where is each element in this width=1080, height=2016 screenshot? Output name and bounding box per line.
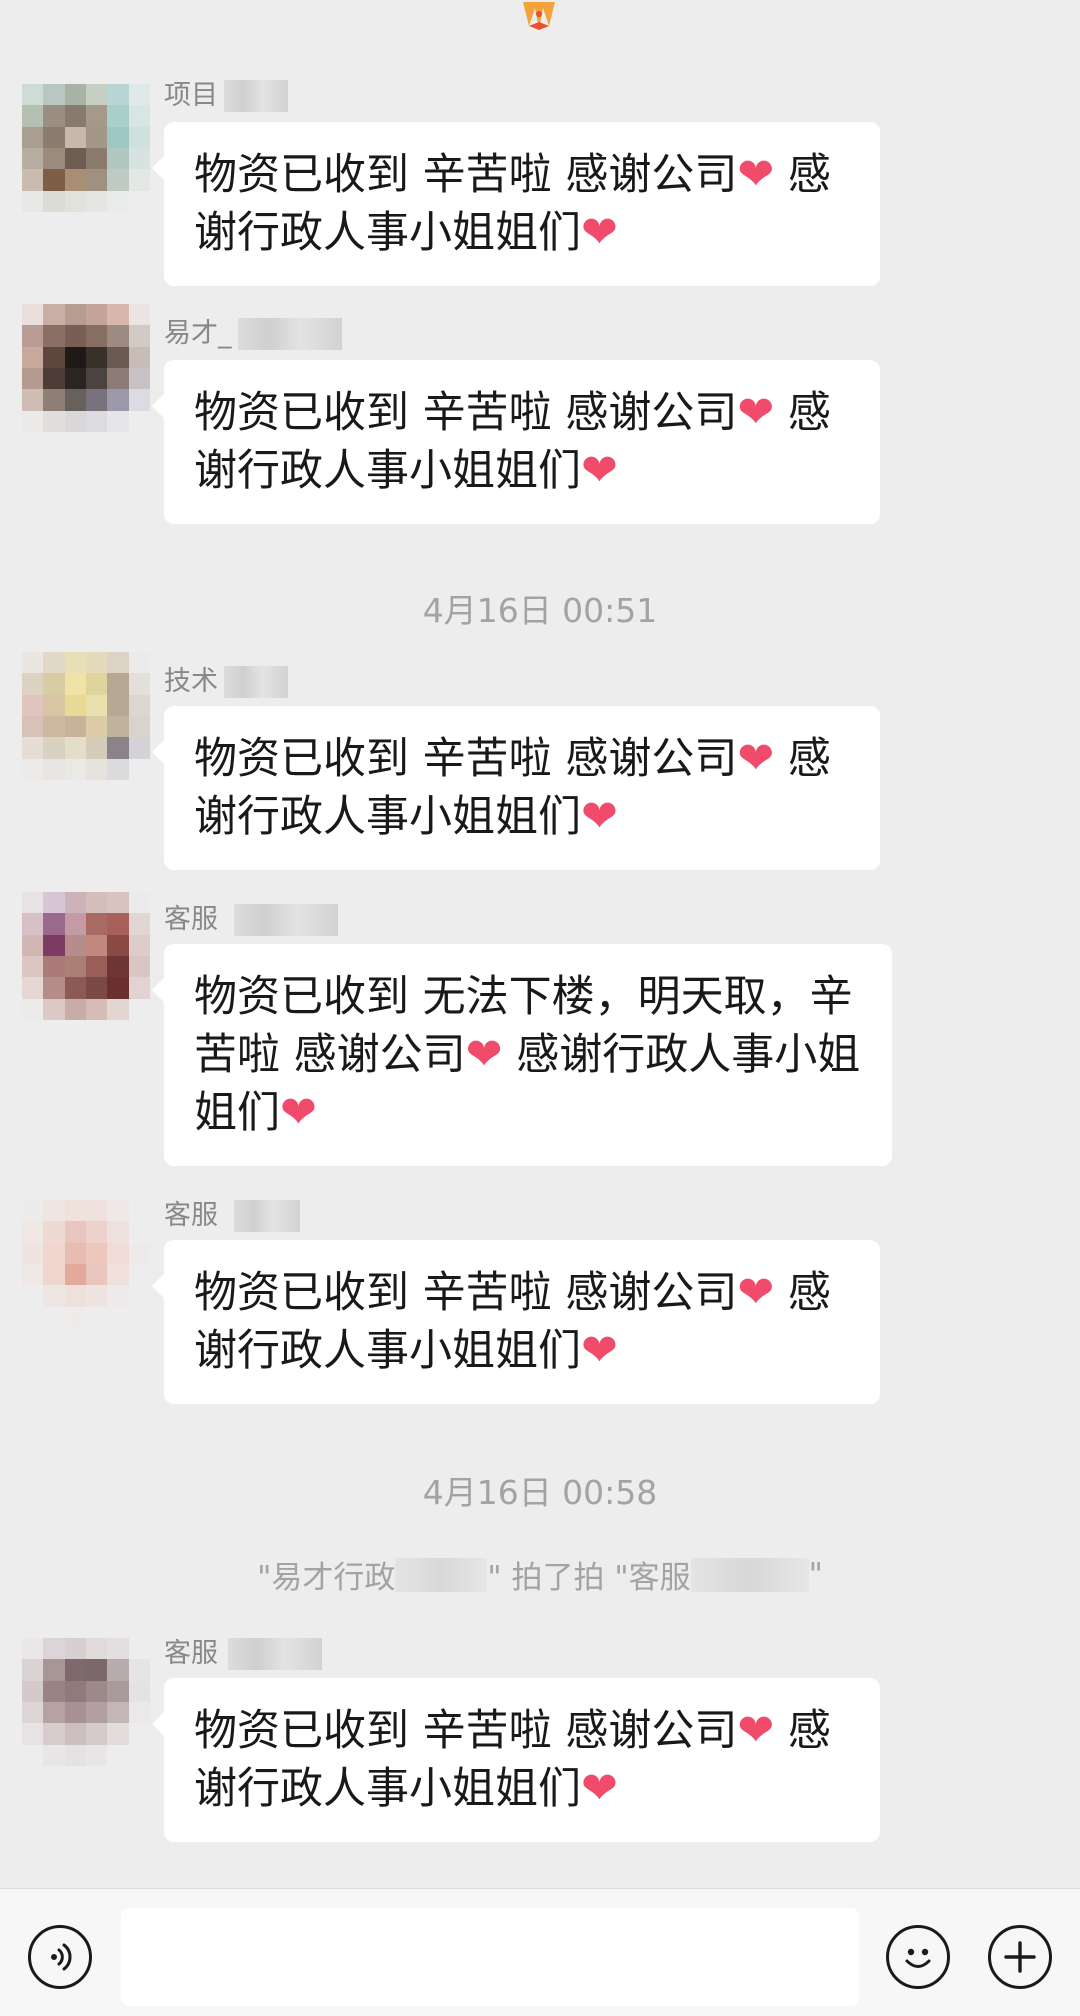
timestamp: 4月16日 00:58 [422, 1473, 658, 1512]
heart-emoji: ❤ [280, 1087, 317, 1138]
avatar[interactable] [22, 892, 150, 1020]
message-text: 物资已收到 辛苦啦 感谢公司❤ 感谢行政人事小姐姐们❤ [194, 149, 831, 258]
sender-name: 客服 [164, 1634, 322, 1674]
voice-icon [51, 1943, 72, 1971]
redacted-name [237, 318, 342, 350]
heart-emoji: ❤ [581, 1763, 618, 1814]
message-bubble[interactable]: 物资已收到 辛苦啦 感谢公司❤ 感谢行政人事小姐姐们❤ [152, 706, 880, 870]
pat-notice: "易才行政 " 拍了拍 "客服 " [257, 1556, 823, 1597]
plus-button[interactable] [988, 1925, 1052, 1989]
message-input[interactable] [121, 1908, 859, 2006]
heart-emoji: ❤ [737, 733, 775, 784]
heart-emoji: ❤ [581, 791, 618, 842]
redacted-name [234, 904, 338, 936]
message-bubble[interactable]: 物资已收到 辛苦啦 感谢公司❤ 感谢行政人事小姐姐们❤ [152, 360, 880, 524]
chat-area[interactable]: 项目 物资已收到 辛苦啦 感谢公司❤ 感谢行政人事小姐姐们❤ 易才_ 物资已收到… [0, 0, 1080, 1888]
timestamp: 4月16日 00:51 [422, 591, 658, 630]
message-bubble[interactable]: 物资已收到 无法下楼，明天取，辛苦啦 感谢公司❤ 感谢行政人事小姐姐们❤ [152, 944, 892, 1166]
redacted-name [224, 666, 288, 698]
emoji-icon [905, 1948, 931, 1968]
redacted-name [234, 1200, 300, 1232]
redacted-name [395, 1557, 488, 1592]
heart-emoji: ❤ [737, 1705, 775, 1756]
heart-emoji: ❤ [581, 445, 618, 496]
message-text: 物资已收到 辛苦啦 感谢公司❤ 感谢行政人事小姐姐们❤ [194, 1705, 831, 1814]
redacted-name [690, 1557, 809, 1592]
redacted-name [224, 80, 288, 112]
heart-emoji: ❤ [581, 207, 618, 258]
avatar[interactable] [22, 1200, 150, 1328]
avatar[interactable] [22, 304, 150, 432]
sender-name: 项目 [164, 76, 288, 116]
heart-emoji: ❤ [737, 1267, 775, 1318]
redacted-name [228, 1638, 322, 1670]
message-bubble[interactable]: 物资已收到 辛苦啦 感谢公司❤ 感谢行政人事小姐姐们❤ [152, 1678, 880, 1842]
heart-emoji: ❤ [737, 387, 775, 438]
firework-icon [523, 2, 555, 30]
sender-name: 技术 [164, 662, 288, 702]
sender-name: 客服 [164, 900, 338, 940]
avatar[interactable] [22, 652, 150, 780]
message-text: 物资已收到 辛苦啦 感谢公司❤ 感谢行政人事小姐姐们❤ [194, 387, 831, 496]
sender-name: 易才_ [164, 314, 342, 354]
heart-emoji: ❤ [581, 1325, 618, 1376]
avatar[interactable] [22, 1638, 150, 1766]
voice-button[interactable] [28, 1925, 92, 1989]
sender-name: 客服 [164, 1196, 300, 1236]
message-bubble[interactable]: 物资已收到 辛苦啦 感谢公司❤ 感谢行政人事小姐姐们❤ [152, 122, 880, 286]
heart-emoji: ❤ [737, 149, 775, 200]
emoji-button[interactable] [886, 1925, 950, 1989]
message-bubble[interactable]: 物资已收到 辛苦啦 感谢公司❤ 感谢行政人事小姐姐们❤ [152, 1240, 880, 1404]
message-text: 物资已收到 辛苦啦 感谢公司❤ 感谢行政人事小姐姐们❤ [194, 1267, 831, 1376]
heart-emoji: ❤ [465, 1029, 503, 1080]
message-text: 物资已收到 辛苦啦 感谢公司❤ 感谢行政人事小姐姐们❤ [194, 733, 831, 842]
avatar[interactable] [22, 84, 150, 212]
message-text: 物资已收到 无法下楼，明天取，辛苦啦 感谢公司❤ 感谢行政人事小姐姐们❤ [194, 972, 861, 1138]
plus-icon [1004, 1941, 1036, 1973]
